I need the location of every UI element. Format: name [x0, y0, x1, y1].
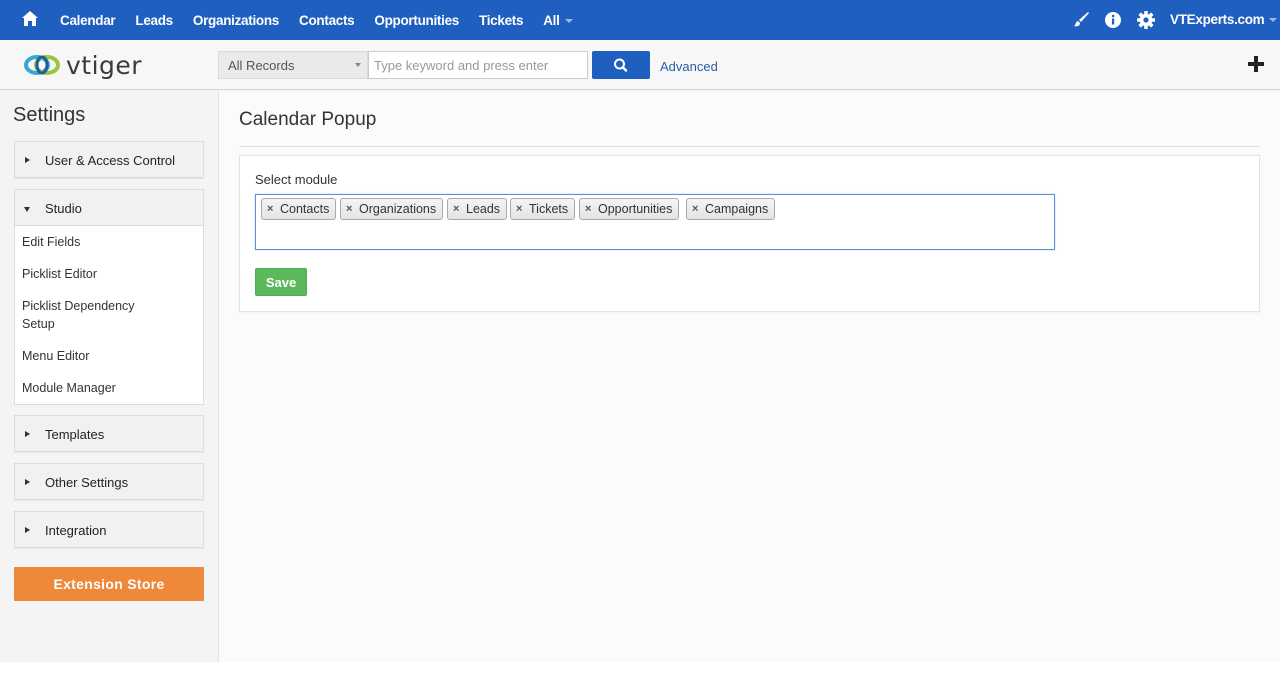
main-menu: Calendar Leads Organizations Contacts Op…	[60, 0, 593, 40]
chip-label: Tickets	[529, 202, 569, 216]
logo-mark-icon	[24, 55, 60, 75]
remove-chip-icon[interactable]: ×	[516, 199, 522, 219]
vtiger-logo[interactable]: vtiger	[23, 49, 142, 81]
section-label: Other Settings	[45, 475, 129, 490]
home-icon[interactable]	[20, 9, 40, 29]
chip-label: Campaigns	[705, 202, 769, 216]
search-input[interactable]	[368, 51, 588, 79]
user-menu[interactable]: VTExperts.com	[1170, 12, 1278, 27]
sidebar-item-module-manager[interactable]: Module Manager	[22, 379, 116, 397]
menu-calendar[interactable]: Calendar	[60, 13, 116, 28]
search-button[interactable]	[592, 51, 650, 79]
section-label: Templates	[45, 427, 105, 442]
menu-contacts[interactable]: Contacts	[299, 13, 355, 28]
sidebar-section-templates[interactable]: Templates	[14, 415, 204, 452]
select-module-label: Select module	[255, 172, 338, 187]
chevron-down-icon	[1269, 18, 1278, 23]
menu-tickets[interactable]: Tickets	[479, 13, 523, 28]
module-chip-tickets: × Tickets	[510, 198, 576, 220]
sidebar-item-picklist-dependency[interactable]: Picklist Dependency Setup	[22, 297, 135, 333]
caret-right-icon	[25, 479, 30, 485]
module-chip-contacts: × Contacts	[261, 198, 337, 220]
gear-icon[interactable]	[1136, 10, 1156, 30]
menu-leads[interactable]: Leads	[135, 13, 173, 28]
caret-right-icon	[25, 431, 30, 437]
advanced-search-link[interactable]: Advanced	[660, 59, 718, 74]
sidebar-section-integration[interactable]: Integration	[14, 511, 204, 548]
records-select[interactable]: All Records	[218, 51, 368, 79]
menu-all[interactable]: All	[543, 12, 573, 28]
sidebar-item-picklist-editor[interactable]: Picklist Editor	[22, 265, 97, 283]
menu-opportunities[interactable]: Opportunities	[374, 13, 459, 28]
section-label: Studio	[45, 201, 82, 216]
chip-label: Contacts	[280, 202, 330, 216]
user-name: VTExperts.com	[1170, 12, 1265, 27]
section-label: Integration	[45, 523, 107, 538]
sidebar-section-user-access[interactable]: User & Access Control	[14, 141, 204, 178]
module-chip-leads: × Leads	[447, 198, 508, 220]
module-chip-organizations: × Organizations	[340, 198, 444, 220]
chip-label: Leads	[466, 202, 501, 216]
search-icon	[614, 58, 628, 72]
sidebar-item-label: Picklist Dependency	[22, 299, 135, 313]
plus-icon[interactable]	[1246, 54, 1266, 74]
extension-store-button[interactable]: Extension Store	[14, 567, 204, 601]
logo-text: vtiger	[66, 50, 143, 80]
sidebar-item-label: Setup	[22, 317, 55, 331]
sidebar-section-studio[interactable]: Studio	[14, 189, 204, 226]
module-chip-opportunities: × Opportunities	[579, 198, 680, 220]
module-chip-campaigns: × Campaigns	[686, 198, 776, 220]
sidebar-section-other-settings[interactable]: Other Settings	[14, 463, 204, 500]
records-select-value: All Records	[228, 58, 295, 73]
top-navigation-bar: Calendar Leads Organizations Contacts Op…	[0, 0, 1280, 40]
chevron-down-icon	[564, 18, 573, 23]
remove-chip-icon[interactable]: ×	[453, 199, 459, 219]
chip-label: Organizations	[359, 202, 437, 216]
chevron-down-icon	[355, 63, 361, 67]
section-label: User & Access Control	[45, 153, 176, 168]
menu-organizations[interactable]: Organizations	[193, 13, 279, 28]
remove-chip-icon[interactable]: ×	[267, 199, 273, 219]
caret-right-icon	[25, 157, 30, 163]
save-button[interactable]: Save	[255, 268, 307, 296]
caret-down-icon	[24, 207, 30, 212]
sidebar-title: Settings	[13, 104, 86, 126]
sidebar-item-edit-fields[interactable]: Edit Fields	[22, 233, 80, 251]
sidebar-item-menu-editor[interactable]: Menu Editor	[22, 347, 89, 365]
info-icon[interactable]	[1103, 10, 1123, 30]
title-divider	[239, 146, 1260, 147]
chip-label: Opportunities	[598, 202, 673, 216]
paintbrush-icon[interactable]	[1071, 10, 1091, 30]
studio-items: Edit Fields Picklist Editor Picklist Dep…	[14, 226, 204, 405]
caret-right-icon	[25, 527, 30, 533]
remove-chip-icon[interactable]: ×	[692, 199, 698, 219]
page-title: Calendar Popup	[239, 109, 377, 130]
remove-chip-icon[interactable]: ×	[346, 199, 352, 219]
menu-all-label: All	[543, 12, 560, 28]
remove-chip-icon[interactable]: ×	[585, 199, 591, 219]
